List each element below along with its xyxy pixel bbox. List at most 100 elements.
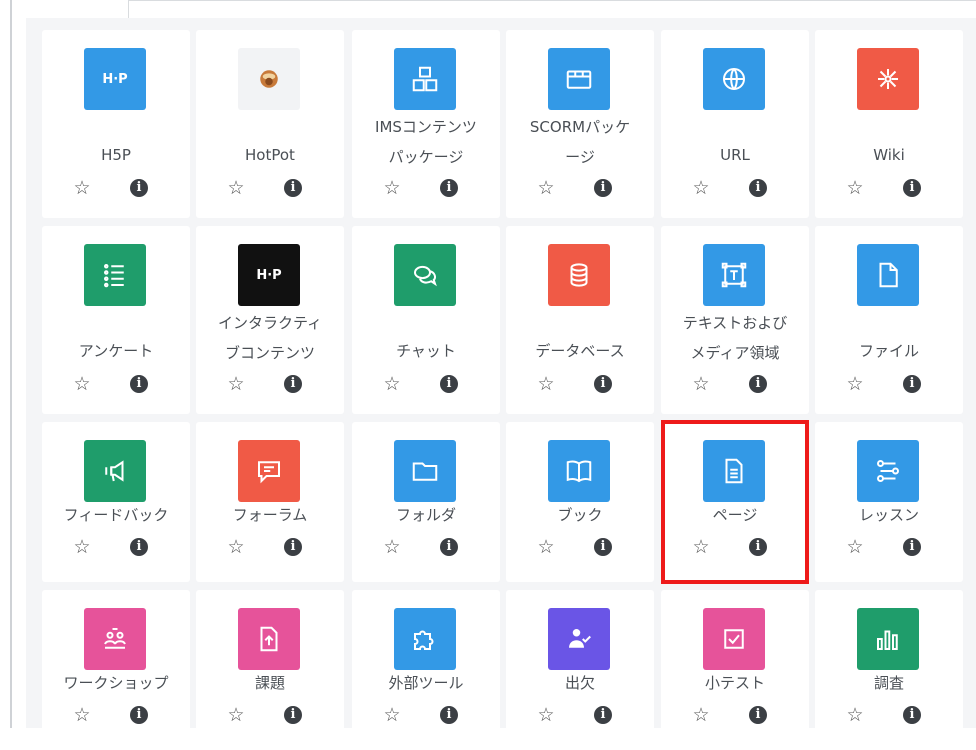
activity-label: フォルダ [395, 506, 456, 524]
info-icon[interactable]: i [594, 706, 612, 724]
activity-tile[interactable]: 出欠 ☆ i [506, 590, 654, 750]
activity-label: アンケート [78, 342, 154, 360]
activity-tile[interactable]: チャット ☆ i [352, 226, 500, 414]
attendance-icon [548, 608, 610, 670]
star-icon[interactable]: ☆ [382, 374, 402, 394]
star-icon[interactable]: ☆ [845, 705, 865, 725]
info-icon[interactable]: i [130, 375, 148, 393]
megaphone-icon [84, 440, 146, 502]
info-icon[interactable]: i [130, 706, 148, 724]
star-icon[interactable]: ☆ [536, 374, 556, 394]
info-icon[interactable]: i [440, 375, 458, 393]
activity-tile[interactable]: ページ ☆ i [661, 422, 809, 582]
book-icon [548, 440, 610, 502]
info-icon[interactable]: i [749, 375, 767, 393]
wiki-icon [857, 48, 919, 110]
activity-tile[interactable]: ブック ☆ i [506, 422, 654, 582]
star-icon[interactable]: ☆ [226, 374, 246, 394]
activity-tile[interactable]: フォーラム ☆ i [196, 422, 344, 582]
page-icon [703, 440, 765, 502]
star-icon[interactable]: ☆ [691, 178, 711, 198]
activity-tile[interactable]: データベース ☆ i [506, 226, 654, 414]
activity-tile[interactable]: ファイル ☆ i [815, 226, 963, 414]
star-icon[interactable]: ☆ [536, 537, 556, 557]
activity-label: ワークショップ [63, 674, 169, 692]
star-icon[interactable]: ☆ [382, 705, 402, 725]
info-icon[interactable]: i [284, 706, 302, 724]
info-icon[interactable]: i [594, 375, 612, 393]
info-icon[interactable]: i [284, 538, 302, 556]
bar-chart-icon [857, 608, 919, 670]
info-icon[interactable]: i [440, 538, 458, 556]
star-icon[interactable]: ☆ [845, 374, 865, 394]
activity-tile[interactable]: 小テスト ☆ i [661, 590, 809, 750]
activity-label: インタラクティ ブコンテンツ [217, 314, 323, 362]
star-icon[interactable]: ☆ [72, 178, 92, 198]
info-icon[interactable]: i [903, 538, 921, 556]
activity-tile[interactable]: URL ☆ i [661, 30, 809, 218]
info-icon[interactable]: i [903, 706, 921, 724]
globe-icon [703, 48, 765, 110]
activity-tile[interactable]: アンケート ☆ i [42, 226, 190, 414]
info-icon[interactable]: i [284, 179, 302, 197]
activity-tile[interactable]: HotPot ☆ i [196, 30, 344, 218]
star-icon[interactable]: ☆ [382, 178, 402, 198]
activity-tile[interactable]: フィードバック ☆ i [42, 422, 190, 582]
activity-tile[interactable]: テキストおよび メディア領域 ☆ i [661, 226, 809, 414]
activity-tile[interactable]: H·P インタラクティ ブコンテンツ ☆ i [196, 226, 344, 414]
activity-tile[interactable]: ワークショップ ☆ i [42, 590, 190, 750]
star-icon[interactable]: ☆ [691, 705, 711, 725]
chat-bubbles-icon [394, 244, 456, 306]
info-icon[interactable]: i [749, 179, 767, 197]
activity-tile[interactable]: IMSコンテンツ パッケージ ☆ i [352, 30, 500, 218]
star-icon[interactable]: ☆ [72, 374, 92, 394]
star-icon[interactable]: ☆ [691, 374, 711, 394]
star-icon[interactable]: ☆ [226, 537, 246, 557]
activity-tile[interactable]: 調査 ☆ i [815, 590, 963, 750]
star-icon[interactable]: ☆ [72, 537, 92, 557]
star-icon[interactable]: ☆ [536, 705, 556, 725]
activity-label: Wiki [873, 146, 905, 164]
text-media-area-icon [703, 244, 765, 306]
puzzle-icon [394, 608, 456, 670]
activity-tile[interactable]: 課題 ☆ i [196, 590, 344, 750]
info-icon[interactable]: i [440, 706, 458, 724]
activity-label: 外部ツール [388, 674, 464, 692]
activity-label: データベース [535, 342, 625, 360]
star-icon[interactable]: ☆ [72, 705, 92, 725]
activity-label: フォーラム [232, 506, 308, 524]
info-icon[interactable]: i [130, 179, 148, 197]
info-icon[interactable]: i [903, 179, 921, 197]
activity-label: ページ [712, 506, 758, 524]
activity-tile[interactable]: レッスン ☆ i [815, 422, 963, 582]
scorm-package-icon [548, 48, 610, 110]
info-icon[interactable]: i [440, 179, 458, 197]
info-icon[interactable]: i [749, 538, 767, 556]
info-icon[interactable]: i [594, 538, 612, 556]
star-icon[interactable]: ☆ [536, 178, 556, 198]
star-icon[interactable]: ☆ [226, 178, 246, 198]
info-icon[interactable]: i [594, 179, 612, 197]
activity-label: 調査 [873, 674, 904, 692]
lesson-icon [857, 440, 919, 502]
activity-tile[interactable]: フォルダ ☆ i [352, 422, 500, 582]
h5p-glyph: H·P [102, 71, 128, 87]
interactive-content-icon: H·P [238, 244, 300, 306]
activity-tile[interactable]: H·P H5P ☆ i [42, 30, 190, 218]
info-icon[interactable]: i [284, 375, 302, 393]
star-icon[interactable]: ☆ [382, 537, 402, 557]
activity-tile[interactable]: SCORMパッケ ージ ☆ i [506, 30, 654, 218]
star-icon[interactable]: ☆ [845, 537, 865, 557]
star-icon[interactable]: ☆ [845, 178, 865, 198]
info-icon[interactable]: i [749, 706, 767, 724]
info-icon[interactable]: i [130, 538, 148, 556]
activity-tile[interactable]: 外部ツール ☆ i [352, 590, 500, 750]
ims-package-icon [394, 48, 456, 110]
info-icon[interactable]: i [903, 375, 921, 393]
activity-label: HotPot [245, 146, 295, 164]
activity-label: IMSコンテンツ パッケージ [375, 118, 477, 166]
survey-list-icon [84, 244, 146, 306]
activity-tile[interactable]: Wiki ☆ i [815, 30, 963, 218]
star-icon[interactable]: ☆ [691, 537, 711, 557]
star-icon[interactable]: ☆ [226, 705, 246, 725]
